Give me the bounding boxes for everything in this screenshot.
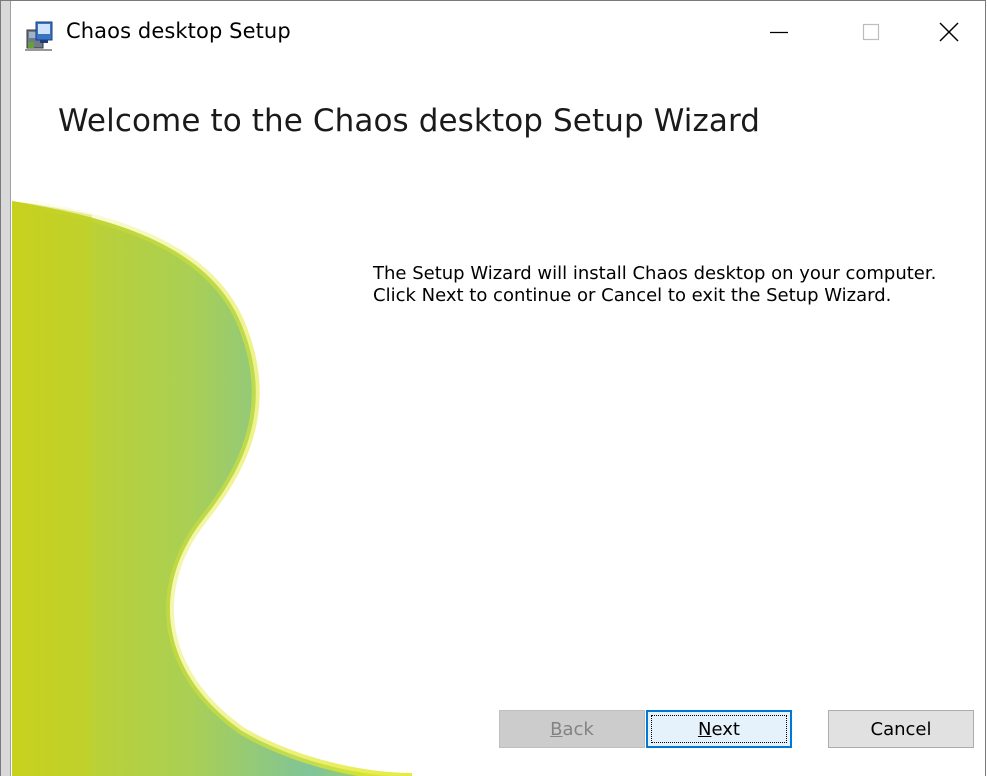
title-bar[interactable]: Chaos desktop Setup — [11, 1, 985, 67]
back-button[interactable]: Back — [499, 710, 645, 748]
maximize-icon — [861, 22, 881, 46]
setup-window: Chaos desktop Setup Welcome to the Chaos… — [0, 0, 986, 776]
wizard-heading: Welcome to the Chaos desktop Setup Wizar… — [58, 103, 761, 139]
back-button-label: Back — [550, 718, 594, 740]
installer-package-icon — [24, 20, 56, 52]
wizard-description: The Setup Wizard will install Chaos desk… — [373, 263, 937, 306]
minimize-icon — [769, 22, 789, 46]
close-button[interactable] — [903, 1, 985, 67]
next-button[interactable]: Next — [646, 710, 792, 748]
focus-rectangle — [651, 715, 787, 743]
close-icon — [938, 21, 960, 47]
wizard-banner-art — [11, 191, 432, 776]
minimize-button[interactable] — [733, 1, 825, 67]
window-title: Chaos desktop Setup — [66, 19, 291, 43]
cancel-button[interactable]: Cancel — [828, 710, 974, 748]
window-left-edge — [1, 1, 11, 776]
